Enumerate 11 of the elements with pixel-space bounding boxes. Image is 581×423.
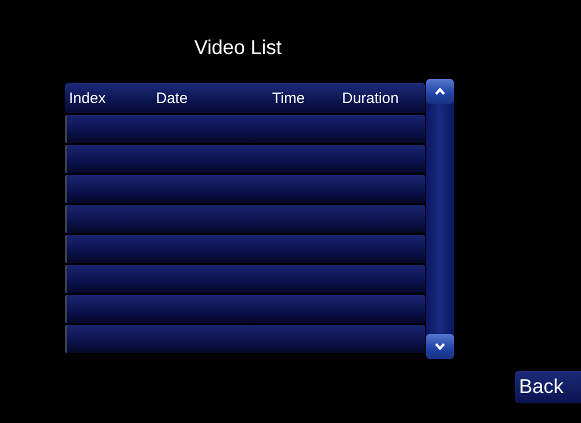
screen-title: Video List (193, 37, 283, 61)
column-header: Time (272, 90, 306, 106)
column-header: Date (156, 90, 189, 106)
scroll-down-button[interactable] (426, 334, 454, 359)
scroll-up-button[interactable] (426, 79, 454, 104)
column-header: Index (69, 90, 107, 106)
back-button[interactable]: Back (515, 371, 581, 403)
scrollbar[interactable] (426, 79, 454, 359)
chevron-down-icon (435, 343, 445, 350)
column-header: Duration (342, 90, 399, 106)
chevron-up-icon (435, 88, 445, 95)
